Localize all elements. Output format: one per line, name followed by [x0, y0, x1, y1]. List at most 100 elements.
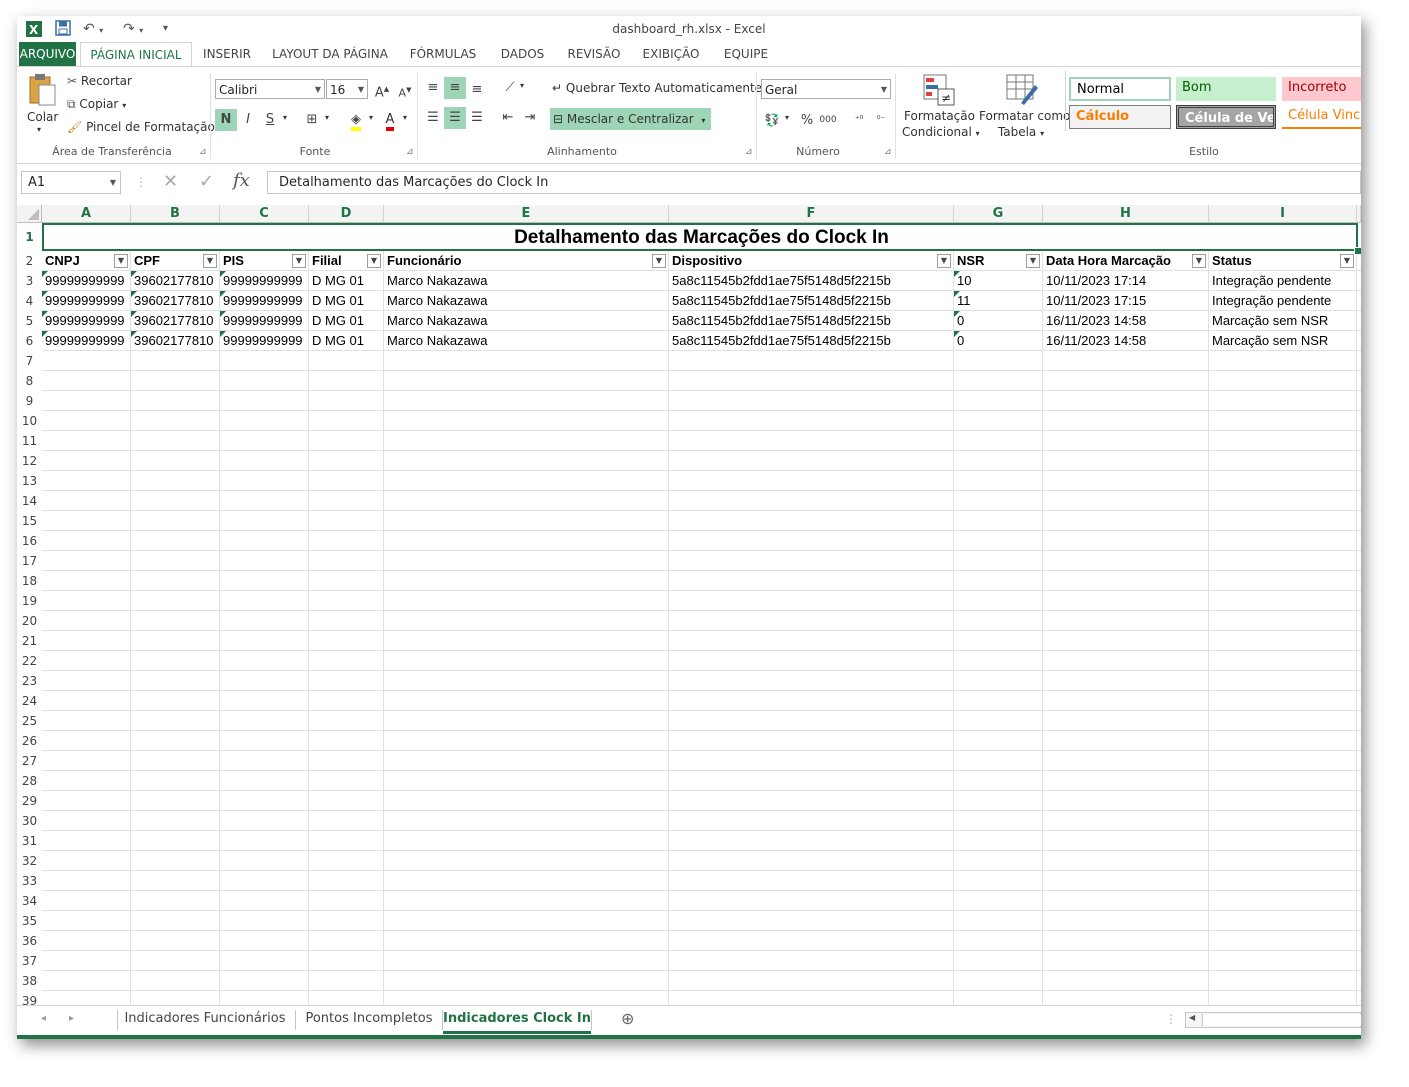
filter-dropdown-icon[interactable]: ▼	[203, 254, 217, 268]
row-header-13[interactable]: 13	[17, 471, 42, 491]
row-header-34[interactable]: 34	[17, 891, 42, 911]
table-cell[interactable]: Marco Nakazawa	[384, 331, 668, 351]
row-header-2[interactable]: 2	[17, 251, 42, 271]
header-cell[interactable]: CNPJ	[42, 251, 113, 271]
header-cell[interactable]: NSR	[954, 251, 1025, 271]
select-all-corner[interactable]	[17, 205, 42, 223]
table-cell[interactable]: 16/11/2023 14:58	[1043, 331, 1208, 351]
header-cell[interactable]: CPF	[131, 251, 202, 271]
orientation-icon[interactable]: ⟋	[499, 77, 521, 99]
format-painter-button[interactable]: 🖌 Pincel de Formatação	[67, 120, 215, 134]
row-header-33[interactable]: 33	[17, 871, 42, 891]
row-header-21[interactable]: 21	[17, 631, 42, 651]
row-header-10[interactable]: 10	[17, 411, 42, 431]
column-header-c[interactable]: C	[220, 205, 309, 223]
row-header-36[interactable]: 36	[17, 931, 42, 951]
insert-function-icon[interactable]: fx	[233, 170, 250, 191]
filter-dropdown-icon[interactable]: ▼	[367, 254, 381, 268]
column-header-h[interactable]: H	[1043, 205, 1209, 223]
table-cell[interactable]: 99999999999	[220, 271, 308, 291]
filter-dropdown-icon[interactable]: ▼	[937, 254, 951, 268]
row-header-19[interactable]: 19	[17, 591, 42, 611]
paste-dropdown-icon[interactable]: ▾	[37, 125, 41, 134]
column-header-a[interactable]: A	[42, 205, 131, 223]
format-table-button[interactable]: Tabela ▾	[979, 125, 1063, 139]
row-header-11[interactable]: 11	[17, 431, 42, 451]
format-table-icon[interactable]	[1005, 73, 1039, 110]
align-center-icon[interactable]: ☰	[444, 107, 466, 129]
name-box-dropdown-icon[interactable]: ▼	[110, 172, 116, 193]
scroll-left-icon[interactable]: ◀	[1189, 1013, 1195, 1022]
underline-button[interactable]: S	[259, 109, 281, 131]
filter-dropdown-icon[interactable]: ▼	[1192, 254, 1206, 268]
sheet-tab-indicadores-funcionarios[interactable]: Indicadores Funcionários	[121, 1006, 289, 1034]
table-cell[interactable]: 99999999999	[42, 271, 130, 291]
row-header-28[interactable]: 28	[17, 771, 42, 791]
column-header-g[interactable]: G	[954, 205, 1043, 223]
row-header-39[interactable]: 39	[17, 991, 42, 1005]
tab-layout[interactable]: LAYOUT DA PÁGINA	[269, 42, 391, 66]
table-cell[interactable]: D MG 01	[309, 311, 383, 331]
wrap-text-button[interactable]: ↵ Quebrar Texto Automaticamente	[552, 81, 762, 95]
table-cell[interactable]: 10/11/2023 17:14	[1043, 271, 1208, 291]
fill-handle[interactable]	[1354, 247, 1361, 255]
font-name-select[interactable]: Calibri ▼	[215, 79, 325, 99]
table-cell[interactable]: 5a8c11545b2fdd1ae75f5148d5f2215b	[669, 311, 953, 331]
copy-button[interactable]: ⧉ Copiar ▾	[67, 97, 126, 112]
merge-dropdown-icon[interactable]: ▾	[701, 116, 705, 125]
style-incorreto[interactable]: Incorreto	[1282, 77, 1361, 101]
currency-icon[interactable]: 💱	[761, 109, 783, 131]
tab-pagina-inicial[interactable]: PÁGINA INICIAL	[80, 42, 192, 67]
table-cell[interactable]: 99999999999	[220, 331, 308, 351]
row-header-37[interactable]: 37	[17, 951, 42, 971]
thousands-button[interactable]: 000	[817, 109, 839, 131]
table-cell[interactable]: 10/11/2023 17:15	[1043, 291, 1208, 311]
row-header-20[interactable]: 20	[17, 611, 42, 631]
row-header-15[interactable]: 15	[17, 511, 42, 531]
table-cell[interactable]: 5a8c11545b2fdd1ae75f5148d5f2215b	[669, 291, 953, 311]
column-header-f[interactable]: F	[669, 205, 954, 223]
style-normal[interactable]: Normal	[1069, 77, 1171, 101]
font-size-select[interactable]: 16 ▼	[326, 79, 368, 99]
spreadsheet-grid[interactable]: ABCDEFGHI 1 2 3 4 5 6 7 8 9 10 11 12 13 14 15 16 17 18 19 2…	[17, 205, 1361, 1005]
font-color-icon[interactable]: A	[379, 109, 401, 131]
font-color-dropdown-icon[interactable]: ▾	[403, 113, 407, 122]
font-launcher-icon[interactable]: ⊿	[406, 147, 414, 157]
column-header-overflow[interactable]	[1357, 205, 1361, 223]
table-cell[interactable]: 99999999999	[42, 311, 130, 331]
table-cell[interactable]: 16/11/2023 14:58	[1043, 311, 1208, 331]
fill-dropdown-icon[interactable]: ▾	[369, 113, 373, 122]
tab-equipe[interactable]: EQUIPE	[717, 42, 775, 66]
header-cell[interactable]: Data Hora Marcação	[1043, 251, 1191, 271]
shrink-font-icon[interactable]: A▼	[394, 79, 416, 101]
filter-dropdown-icon[interactable]: ▼	[1340, 254, 1354, 268]
alignment-launcher-icon[interactable]: ⊿	[745, 147, 753, 157]
table-cell[interactable]: Integração pendente	[1209, 291, 1356, 311]
sheet-tab-indicadores-clock-in[interactable]: Indicadores Clock In	[443, 1006, 591, 1034]
borders-icon[interactable]: ⊞	[301, 109, 323, 131]
header-cell[interactable]: Status	[1209, 251, 1339, 271]
increase-decimal-icon[interactable]: ⁺⁰	[848, 109, 870, 131]
table-cell[interactable]: 99999999999	[42, 291, 130, 311]
align-left-icon[interactable]: ☰	[422, 107, 444, 129]
row-header-9[interactable]: 9	[17, 391, 42, 411]
row-header-14[interactable]: 14	[17, 491, 42, 511]
header-cell[interactable]: PIS	[220, 251, 291, 271]
column-header-i[interactable]: I	[1209, 205, 1357, 223]
conditional-format-label-1[interactable]: Formatação	[902, 109, 977, 123]
style-bom[interactable]: Bom	[1176, 77, 1276, 101]
table-cell[interactable]: Marco Nakazawa	[384, 311, 668, 331]
row-header-16[interactable]: 16	[17, 531, 42, 551]
orientation-dropdown-icon[interactable]: ▾	[520, 81, 524, 90]
row-header-30[interactable]: 30	[17, 811, 42, 831]
table-cell[interactable]: 5a8c11545b2fdd1ae75f5148d5f2215b	[669, 331, 953, 351]
horizontal-scrollbar[interactable]: ◀	[1185, 1012, 1361, 1028]
paste-label[interactable]: Colar	[27, 110, 58, 124]
format-table-label-1[interactable]: Formatar como	[979, 109, 1070, 123]
style-celula-verificacao[interactable]: Célula de Ve...	[1176, 105, 1276, 129]
column-header-b[interactable]: B	[131, 205, 220, 223]
cancel-icon[interactable]: ✕	[163, 171, 178, 192]
table-cell[interactable]: 0	[954, 311, 1042, 331]
table-cell[interactable]: 39602177810	[131, 311, 219, 331]
header-cell[interactable]: Dispositivo	[669, 251, 936, 271]
